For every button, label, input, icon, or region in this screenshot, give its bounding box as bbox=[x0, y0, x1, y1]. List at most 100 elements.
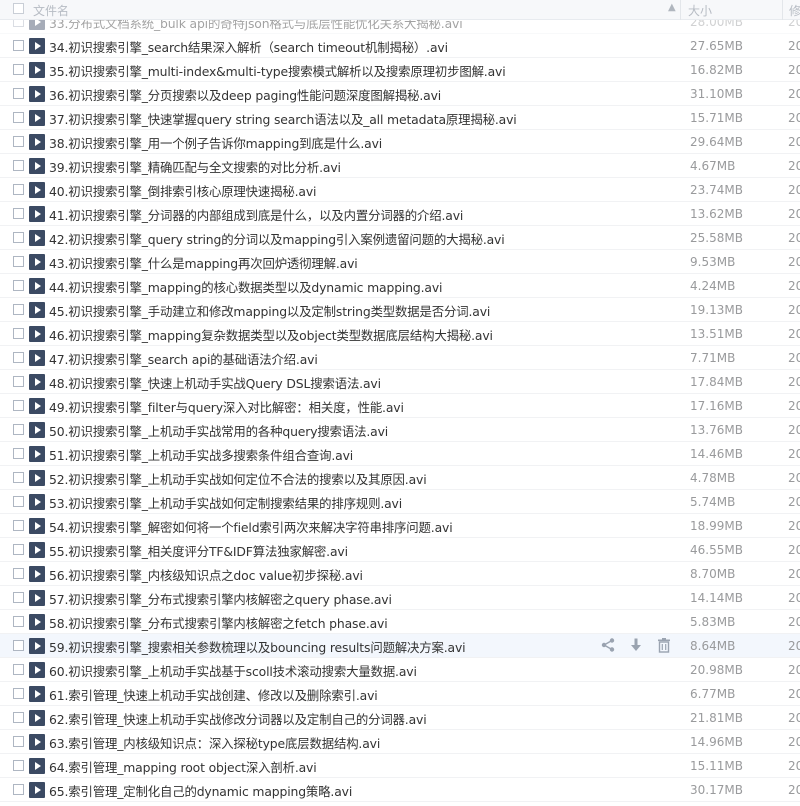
row-checkbox[interactable] bbox=[13, 40, 24, 51]
file-name-link[interactable]: 60.初识搜索引擎_上机动手实战基于scoll技术滚动搜索大量数据.avi bbox=[49, 662, 417, 680]
row-checkbox[interactable] bbox=[13, 760, 24, 771]
file-row[interactable]: 35.初识搜索引擎_multi-index&multi-type搜索模式解析以及… bbox=[0, 58, 800, 82]
row-checkbox[interactable] bbox=[13, 184, 24, 195]
file-name-link[interactable]: 53.初识搜索引擎_上机动手实战如何定制搜索结果的排序规则.avi bbox=[49, 494, 402, 512]
file-name-link[interactable]: 65.索引管理_定制化自己的dynamic mapping策略.avi bbox=[49, 782, 352, 800]
file-row[interactable]: 52.初识搜索引擎_上机动手实战如何定位不合法的搜索以及其原因.avi 4.78M… bbox=[0, 466, 800, 490]
file-name-link[interactable]: 45.初识搜索引擎_手动建立和修改mapping以及定制string类型数据是否… bbox=[49, 302, 490, 320]
file-name-link[interactable]: 62.索引管理_快速上机动手实战修改分词器以及定制自己的分词器.avi bbox=[49, 710, 427, 728]
file-row[interactable]: 49.初识搜索引擎_filter与query深入对比解密：相关度，性能.avi 1… bbox=[0, 394, 800, 418]
file-row[interactable]: 59.初识搜索引擎_搜索相关参数梳理以及bouncing results问题解决… bbox=[0, 634, 800, 658]
row-checkbox[interactable] bbox=[13, 208, 24, 219]
file-name-link[interactable]: 58.初识搜索引擎_分布式搜索引擎内核解密之fetch phase.avi bbox=[49, 614, 388, 632]
file-name-link[interactable]: 50.初识搜索引擎_上机动手实战常用的各种query搜索语法.avi bbox=[49, 422, 388, 440]
row-checkbox[interactable] bbox=[13, 424, 24, 435]
file-name-link[interactable]: 38.初识搜索引擎_用一个例子告诉你mapping到底是什么.avi bbox=[49, 134, 382, 152]
column-size-header[interactable]: 大小 bbox=[688, 2, 712, 19]
delete-icon[interactable] bbox=[656, 637, 674, 655]
row-checkbox[interactable] bbox=[13, 256, 24, 267]
file-row[interactable]: 44.初识搜索引擎_mapping的核心数据类型以及dynamic mappin… bbox=[0, 274, 800, 298]
row-checkbox[interactable] bbox=[13, 136, 24, 147]
file-name-link[interactable]: 56.初识搜索引擎_内核级知识点之doc value初步探秘.avi bbox=[49, 566, 363, 584]
row-checkbox[interactable] bbox=[13, 88, 24, 99]
file-row[interactable]: 40.初识搜索引擎_倒排索引核心原理快速揭秘.avi 23.74MB 20 bbox=[0, 178, 800, 202]
download-icon[interactable] bbox=[628, 637, 646, 655]
file-name-link[interactable]: 34.初识搜索引擎_search结果深入解析（search timeout机制揭… bbox=[49, 38, 448, 56]
file-name-link[interactable]: 43.初识搜索引擎_什么是mapping再次回炉透彻理解.avi bbox=[49, 254, 358, 272]
file-name-link[interactable]: 54.初识搜索引擎_解密如何将一个field索引两次来解决字符串排序问题.avi bbox=[49, 518, 453, 536]
file-name-link[interactable]: 57.初识搜索引擎_分布式搜索引擎内核解密之query phase.avi bbox=[49, 590, 392, 608]
file-name-link[interactable]: 37.初识搜索引擎_快速掌握query string search语法以及_al… bbox=[49, 110, 517, 128]
file-row[interactable]: 39.初识搜索引擎_精确匹配与全文搜索的对比分析.avi 4.67MB 20 bbox=[0, 154, 800, 178]
row-checkbox[interactable] bbox=[13, 304, 24, 315]
file-row[interactable]: 42.初识搜索引擎_query string的分词以及mapping引入案例遗留… bbox=[0, 226, 800, 250]
file-name-link[interactable]: 41.初识搜索引擎_分词器的内部组成到底是什么，以及内置分词器的介绍.avi bbox=[49, 206, 463, 224]
file-row[interactable]: 57.初识搜索引擎_分布式搜索引擎内核解密之query phase.avi 14.… bbox=[0, 586, 800, 610]
file-row[interactable]: 63.索引管理_内核级知识点：深入探秘type底层数据结构.avi 14.96MB… bbox=[0, 730, 800, 754]
row-checkbox[interactable] bbox=[13, 160, 24, 171]
row-checkbox[interactable] bbox=[13, 712, 24, 723]
file-row[interactable]: 65.索引管理_定制化自己的dynamic mapping策略.avi 30.17… bbox=[0, 778, 800, 802]
row-checkbox[interactable] bbox=[13, 616, 24, 627]
file-name-link[interactable]: 51.初识搜索引擎_上机动手实战多搜索条件组合查询.avi bbox=[49, 446, 353, 464]
row-checkbox[interactable] bbox=[13, 400, 24, 411]
file-name-link[interactable]: 49.初识搜索引擎_filter与query深入对比解密：相关度，性能.avi bbox=[49, 398, 404, 416]
file-name-link[interactable]: 36.初识搜索引擎_分页搜索以及deep paging性能问题深度图解揭秘.av… bbox=[49, 86, 441, 104]
file-row[interactable]: 36.初识搜索引擎_分页搜索以及deep paging性能问题深度图解揭秘.av… bbox=[0, 82, 800, 106]
column-name-header[interactable]: 文件名 bbox=[33, 2, 69, 19]
row-checkbox[interactable] bbox=[13, 352, 24, 363]
row-checkbox[interactable] bbox=[13, 472, 24, 483]
file-name-link[interactable]: 42.初识搜索引擎_query string的分词以及mapping引入案例遗留… bbox=[49, 230, 505, 248]
file-row[interactable]: 64.索引管理_mapping root object深入剖析.avi 15.11… bbox=[0, 754, 800, 778]
row-checkbox[interactable] bbox=[13, 280, 24, 291]
file-row[interactable]: 53.初识搜索引擎_上机动手实战如何定制搜索结果的排序规则.avi 5.74MB 2… bbox=[0, 490, 800, 514]
file-name-link[interactable]: 46.初识搜索引擎_mapping复杂数据类型以及object类型数据底层结构大… bbox=[49, 326, 493, 344]
file-name-link[interactable]: 63.索引管理_内核级知识点：深入探秘type底层数据结构.avi bbox=[49, 734, 380, 752]
file-name-link[interactable]: 48.初识搜索引擎_快速上机动手实战Query DSL搜索语法.avi bbox=[49, 374, 381, 392]
file-name-link[interactable]: 55.初识搜索引擎_相关度评分TF&IDF算法独家解密.avi bbox=[49, 542, 348, 560]
file-row[interactable]: 41.初识搜索引擎_分词器的内部组成到底是什么，以及内置分词器的介绍.avi 13… bbox=[0, 202, 800, 226]
file-row[interactable]: 55.初识搜索引擎_相关度评分TF&IDF算法独家解密.avi 46.55MB 20 bbox=[0, 538, 800, 562]
file-row[interactable]: 50.初识搜索引擎_上机动手实战常用的各种query搜索语法.avi 13.76M… bbox=[0, 418, 800, 442]
file-row[interactable]: 61.索引管理_快速上机动手实战创建、修改以及删除索引.avi 6.77MB 20 bbox=[0, 682, 800, 706]
share-icon[interactable] bbox=[600, 637, 618, 655]
column-date-header[interactable]: 修 bbox=[789, 2, 800, 19]
file-row[interactable]: 51.初识搜索引擎_上机动手实战多搜索条件组合查询.avi 14.46MB 20 bbox=[0, 442, 800, 466]
file-row[interactable]: 34.初识搜索引擎_search结果深入解析（search timeout机制揭… bbox=[0, 34, 800, 58]
file-row[interactable]: 43.初识搜索引擎_什么是mapping再次回炉透彻理解.avi 9.53MB 20 bbox=[0, 250, 800, 274]
file-row[interactable]: 54.初识搜索引擎_解密如何将一个field索引两次来解决字符串排序问题.avi… bbox=[0, 514, 800, 538]
file-row[interactable]: 62.索引管理_快速上机动手实战修改分词器以及定制自己的分词器.avi 21.81… bbox=[0, 706, 800, 730]
row-checkbox[interactable] bbox=[13, 232, 24, 243]
file-name-link[interactable]: 39.初识搜索引擎_精确匹配与全文搜索的对比分析.avi bbox=[49, 158, 341, 176]
file-name-link[interactable]: 52.初识搜索引擎_上机动手实战如何定位不合法的搜索以及其原因.avi bbox=[49, 470, 427, 488]
row-checkbox[interactable] bbox=[13, 640, 24, 651]
file-row[interactable]: 37.初识搜索引擎_快速掌握query string search语法以及_al… bbox=[0, 106, 800, 130]
row-checkbox[interactable] bbox=[13, 688, 24, 699]
column-divider[interactable] bbox=[680, 0, 681, 20]
file-name-link[interactable]: 35.初识搜索引擎_multi-index&multi-type搜索模式解析以及… bbox=[49, 62, 506, 80]
row-checkbox[interactable] bbox=[13, 448, 24, 459]
row-checkbox[interactable] bbox=[13, 592, 24, 603]
file-row[interactable]: 38.初识搜索引擎_用一个例子告诉你mapping到底是什么.avi 29.64M… bbox=[0, 130, 800, 154]
column-divider[interactable] bbox=[782, 0, 783, 20]
row-checkbox[interactable] bbox=[13, 376, 24, 387]
file-row[interactable]: 60.初识搜索引擎_上机动手实战基于scoll技术滚动搜索大量数据.avi 20.… bbox=[0, 658, 800, 682]
file-name-link[interactable]: 44.初识搜索引擎_mapping的核心数据类型以及dynamic mappin… bbox=[49, 278, 442, 296]
row-checkbox[interactable] bbox=[13, 784, 24, 795]
file-row[interactable]: 56.初识搜索引擎_内核级知识点之doc value初步探秘.avi 8.70MB… bbox=[0, 562, 800, 586]
file-row[interactable]: 48.初识搜索引擎_快速上机动手实战Query DSL搜索语法.avi 17.84… bbox=[0, 370, 800, 394]
file-row[interactable]: 45.初识搜索引擎_手动建立和修改mapping以及定制string类型数据是否… bbox=[0, 298, 800, 322]
row-checkbox[interactable] bbox=[13, 328, 24, 339]
row-checkbox[interactable] bbox=[13, 520, 24, 531]
row-checkbox[interactable] bbox=[13, 736, 24, 747]
select-all-checkbox[interactable] bbox=[13, 3, 24, 14]
row-checkbox[interactable] bbox=[13, 112, 24, 123]
file-row[interactable]: 58.初识搜索引擎_分布式搜索引擎内核解密之fetch phase.avi 5.8… bbox=[0, 610, 800, 634]
row-checkbox[interactable] bbox=[13, 496, 24, 507]
file-name-link[interactable]: 64.索引管理_mapping root object深入剖析.avi bbox=[49, 758, 317, 776]
row-checkbox[interactable] bbox=[13, 664, 24, 675]
file-row[interactable]: 47.初识搜索引擎_search api的基础语法介绍.avi 7.71MB 20 bbox=[0, 346, 800, 370]
row-checkbox[interactable] bbox=[13, 64, 24, 75]
file-name-link[interactable]: 61.索引管理_快速上机动手实战创建、修改以及删除索引.avi bbox=[49, 686, 378, 704]
row-checkbox[interactable] bbox=[13, 544, 24, 555]
